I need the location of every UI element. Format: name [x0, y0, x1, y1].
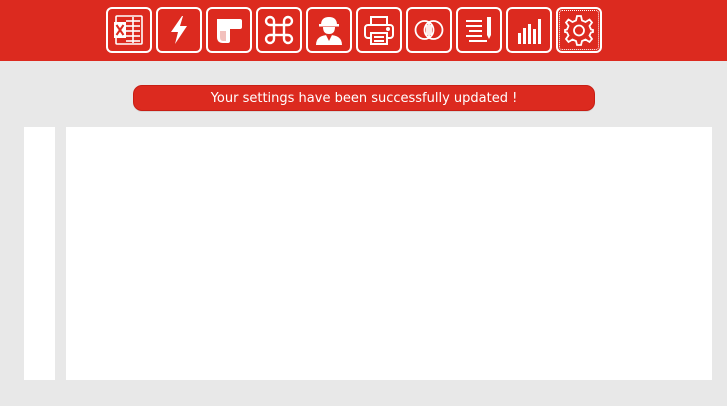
merge-button[interactable] — [406, 7, 452, 53]
notification-message: Your settings have been successfully upd… — [210, 90, 518, 106]
edit-list-icon — [466, 17, 491, 42]
shape-icon — [217, 19, 242, 43]
main-content-panel — [66, 127, 712, 380]
worker-icon — [316, 17, 342, 45]
chart-button[interactable] — [506, 7, 552, 53]
shape-button[interactable] — [206, 7, 252, 53]
overlap-circles-icon — [414, 20, 444, 40]
command-icon — [264, 15, 294, 45]
success-notification: Your settings have been successfully upd… — [133, 85, 595, 111]
top-toolbar-bar — [0, 0, 727, 61]
worker-button[interactable] — [306, 7, 352, 53]
lightning-icon — [171, 16, 187, 44]
bar-chart-icon — [518, 19, 541, 44]
toolbar — [106, 7, 602, 53]
side-panel — [24, 127, 55, 380]
printer-icon — [364, 16, 394, 45]
excel-icon — [114, 15, 143, 45]
lightning-button[interactable] — [156, 7, 202, 53]
gear-icon — [564, 15, 594, 46]
settings-button[interactable] — [556, 7, 602, 53]
edit-list-button[interactable] — [456, 7, 502, 53]
excel-button[interactable] — [106, 7, 152, 53]
command-button[interactable] — [256, 7, 302, 53]
print-button[interactable] — [356, 7, 402, 53]
